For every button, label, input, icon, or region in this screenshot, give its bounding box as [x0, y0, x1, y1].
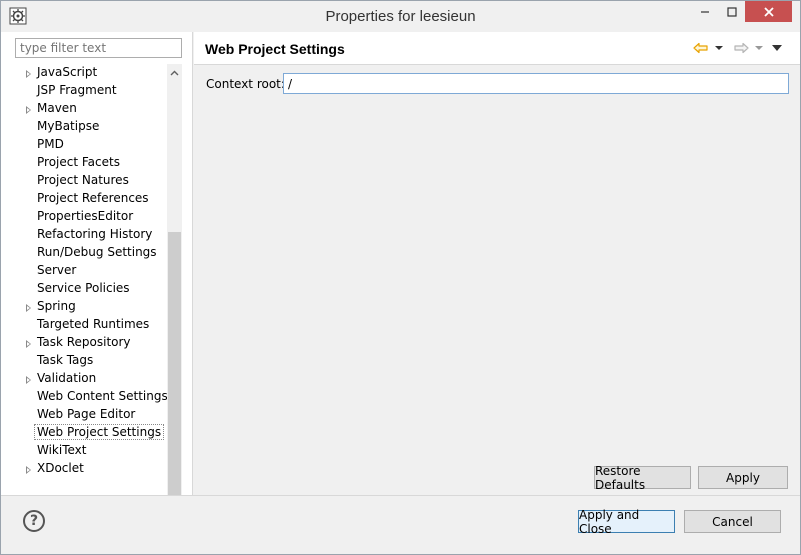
tree-item[interactable]: JSP Fragment — [15, 82, 167, 100]
tree-item-label: Task Repository — [37, 335, 131, 349]
forward-button[interactable] — [732, 41, 750, 55]
tree-item[interactable]: Targeted Runtimes — [15, 316, 167, 334]
tree-item-label: Project References — [37, 191, 149, 205]
property-page: Web Project Settings Context root: / Res… — [194, 32, 800, 495]
back-arrow-icon — [693, 42, 708, 54]
tree-item-label: WikiText — [37, 443, 87, 457]
back-button[interactable] — [692, 41, 710, 55]
tree-item-label: Server — [37, 263, 77, 277]
history-navigation — [692, 41, 784, 55]
expand-arrow-icon[interactable] — [26, 70, 31, 78]
context-root-input[interactable] — [283, 73, 789, 94]
cancel-button[interactable]: Cancel — [684, 510, 781, 533]
tree-item[interactable]: PMD — [15, 136, 167, 154]
view-menu-button[interactable] — [770, 41, 784, 55]
forward-arrow-icon — [734, 42, 749, 54]
tree-item-label: Web Page Editor — [37, 407, 136, 421]
view-menu-icon — [772, 45, 782, 51]
tree-item-label: Maven — [37, 101, 77, 115]
tree-item-label: Web Content Settings — [37, 389, 167, 403]
tree-scrollbar[interactable] — [167, 64, 182, 527]
expand-arrow-icon[interactable] — [26, 304, 31, 312]
tree-item[interactable]: Project References — [15, 190, 167, 208]
chevron-up-icon — [170, 70, 179, 75]
maximize-icon — [726, 6, 737, 17]
tree-item[interactable]: Refactoring History — [15, 226, 167, 244]
tree-item-label: PropertiesEditor — [37, 209, 134, 223]
apply-button[interactable]: Apply — [698, 466, 788, 489]
minimize-button[interactable] — [691, 1, 718, 22]
tree-item[interactable]: Task Repository — [15, 334, 167, 352]
dialog-button-bar: ? Apply and Close Cancel — [1, 495, 800, 554]
tree-item[interactable]: MyBatipse — [15, 118, 167, 136]
tree-item-label: Run/Debug Settings — [37, 245, 157, 259]
tree-item[interactable]: Project Facets — [15, 154, 167, 172]
window-title: Properties for leesieun — [325, 8, 476, 25]
expand-arrow-icon[interactable] — [26, 340, 31, 348]
expand-arrow-icon[interactable] — [26, 106, 31, 114]
page-header: Web Project Settings — [194, 32, 800, 65]
tree-item-label: Project Facets — [37, 155, 120, 169]
tree-item[interactable]: WikiText — [15, 442, 167, 460]
property-page-tree: JavaScript JSP Fragment Maven MyBatipse PMD P… — [15, 64, 167, 495]
tree-item[interactable]: JavaScript — [15, 64, 167, 82]
tree-item[interactable]: Task Tags — [15, 352, 167, 370]
page-title: Web Project Settings — [205, 41, 345, 57]
context-root-label: Context root: — [206, 77, 285, 91]
caret-down-icon — [755, 46, 763, 50]
tree-item[interactable]: PropertiesEditor — [15, 208, 167, 226]
restore-defaults-button[interactable]: Restore Defaults — [594, 464, 691, 492]
caret-down-icon — [715, 46, 723, 50]
tree-item-label: JavaScript — [37, 65, 98, 79]
tree-item-label: JSP Fragment — [37, 83, 117, 97]
tree-item[interactable]: Project Natures — [15, 172, 167, 190]
properties-dialog: Properties for leesieun JavaScript JSP Fr… — [0, 0, 801, 555]
tree-item-label: Web Project Settings — [34, 424, 165, 440]
tree-item-label: Spring — [37, 299, 76, 313]
help-icon[interactable]: ? — [23, 510, 45, 532]
apply-and-close-button[interactable]: Apply and Close — [578, 508, 675, 536]
title-bar: Properties for leesieun — [1, 1, 800, 32]
tree-item[interactable]: Spring — [15, 298, 167, 316]
tree-item[interactable]: Web Project Settings — [15, 424, 167, 442]
tree-item-label: XDoclet — [37, 461, 84, 475]
tree-item[interactable]: Validation — [15, 370, 167, 388]
close-icon — [763, 6, 774, 17]
tree-item[interactable]: Web Content Settings — [15, 388, 167, 406]
minimize-icon — [700, 10, 709, 13]
tree-item[interactable]: Server — [15, 262, 167, 280]
tree-item-label: PMD — [37, 137, 64, 151]
maximize-button[interactable] — [718, 1, 745, 22]
tree-item[interactable]: Web Page Editor — [15, 406, 167, 424]
expand-arrow-icon[interactable] — [26, 466, 31, 474]
close-button[interactable] — [745, 1, 792, 22]
scroll-up-button[interactable] — [167, 64, 182, 81]
scroll-thumb[interactable] — [168, 232, 181, 508]
tree-item-label: Project Natures — [37, 173, 129, 187]
tree-item-label: MyBatipse — [37, 119, 100, 133]
tree-item-label: Refactoring History — [37, 227, 153, 241]
forward-history-dropdown[interactable] — [754, 41, 764, 55]
navigation-panel: JavaScript JSP Fragment Maven MyBatipse PMD P… — [1, 32, 193, 527]
tree-item-label: Targeted Runtimes — [37, 317, 150, 331]
tree-item[interactable]: XDoclet — [15, 460, 167, 478]
tree-item[interactable]: Run/Debug Settings — [15, 244, 167, 262]
filter-input[interactable] — [15, 38, 182, 58]
tree-item-label: Service Policies — [37, 281, 130, 295]
tree-item-label: Task Tags — [37, 353, 94, 367]
back-history-dropdown[interactable] — [714, 41, 724, 55]
tree-item[interactable]: Service Policies — [15, 280, 167, 298]
expand-arrow-icon[interactable] — [26, 376, 31, 384]
tree-item[interactable]: Maven — [15, 100, 167, 118]
tree-item-label: Validation — [37, 371, 97, 385]
